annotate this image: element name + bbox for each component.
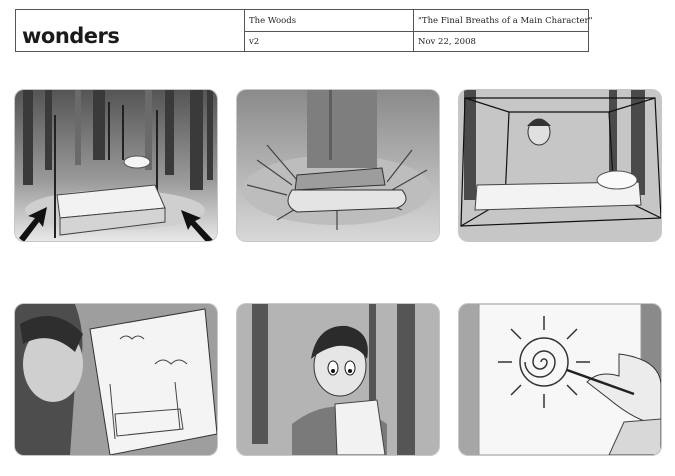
storyboard-panel-1 <box>15 90 217 241</box>
storyboard-panel-4 <box>15 304 217 455</box>
episode-title: "The Final Breaths of a Main Character" <box>418 16 593 26</box>
storyboard-panel-6 <box>459 304 661 455</box>
storyboard-panel-5 <box>237 304 439 455</box>
date-label: Nov 22, 2008 <box>418 37 476 47</box>
header-table: wonders The Woods "The Final Breaths of … <box>15 9 593 52</box>
wonders-logo: wonders <box>22 24 120 48</box>
version-label: v2 <box>249 37 260 47</box>
storyboard-panel-3 <box>459 90 661 241</box>
project-name: The Woods <box>249 16 297 26</box>
storyboard-panel-2 <box>237 90 439 241</box>
